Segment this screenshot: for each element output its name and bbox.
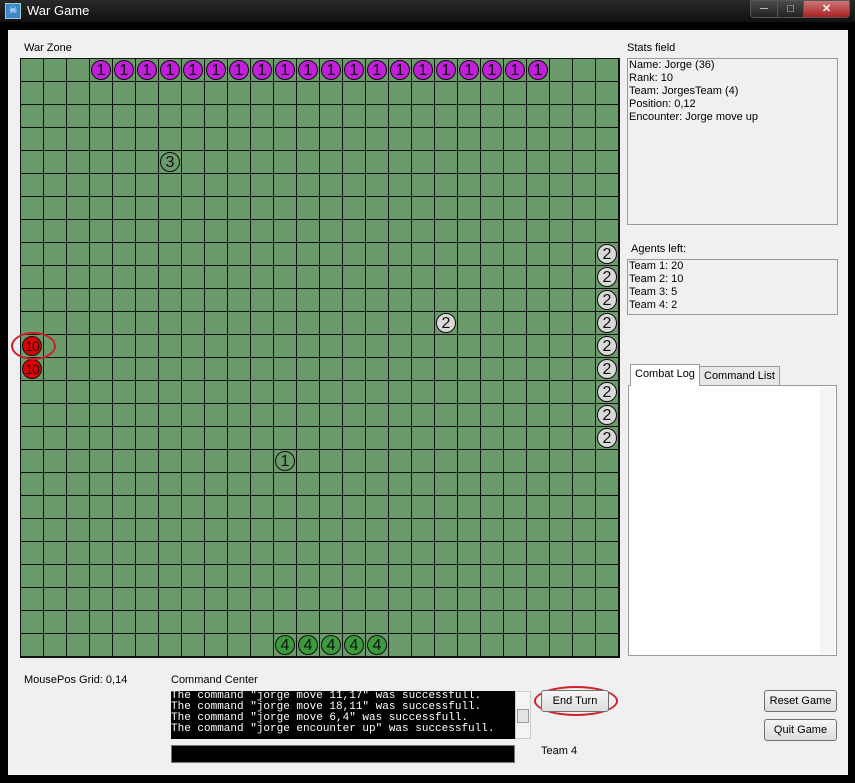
- agent-token[interactable]: 1: [390, 60, 410, 80]
- agent-token[interactable]: 1: [114, 60, 134, 80]
- title-bar[interactable]: ☠ War Game ─ □ ✕: [0, 0, 855, 22]
- agent-token[interactable]: 1: [275, 60, 295, 80]
- agent-token[interactable]: 1: [459, 60, 479, 80]
- window-title: War Game: [27, 3, 90, 18]
- war-zone-grid[interactable]: 1 1 1 1 1 1 1 1 1 1 1 1 1 1 1 1 1 1 1 1 3 2 2 2 2 2 2 2 2 2 2 10 10 1 4 4 4 4…: [20, 58, 620, 658]
- agent-token[interactable]: 1: [528, 60, 548, 80]
- agent-token[interactable]: 2: [597, 336, 617, 356]
- agent-token[interactable]: 1: [482, 60, 502, 80]
- agent-token[interactable]: 1: [321, 60, 341, 80]
- war-zone-label: War Zone: [24, 42, 72, 54]
- agent-token[interactable]: 1: [183, 60, 203, 80]
- skull-app-icon: ☠: [5, 3, 21, 19]
- console-scrollbar[interactable]: [515, 691, 531, 739]
- command-center-label: Command Center: [171, 674, 258, 686]
- current-team-label: Team 4: [541, 745, 578, 757]
- agent-token[interactable]: 1: [436, 60, 456, 80]
- agents-left-line: Team 3: 5: [629, 286, 678, 298]
- minimize-button[interactable]: ─: [750, 0, 778, 18]
- mouse-pos-label: MousePos Grid: 0,14: [24, 674, 128, 686]
- client-area: War Zone 1111111111111111111132222222222…: [8, 30, 848, 775]
- agent-token[interactable]: 1: [91, 60, 111, 80]
- stats-field-label: Stats field: [627, 42, 676, 54]
- agent-token[interactable]: 4: [344, 635, 364, 655]
- agent-token[interactable]: 1: [229, 60, 249, 80]
- agent-token[interactable]: 1: [505, 60, 525, 80]
- agent-token[interactable]: 1: [137, 60, 157, 80]
- agent-token[interactable]: 4: [298, 635, 318, 655]
- console-line: The command "jorge encounter up" was suc…: [171, 723, 495, 735]
- agent-token[interactable]: 2: [597, 405, 617, 425]
- tab-command-list[interactable]: Command List: [699, 366, 780, 385]
- quit-game-button[interactable]: Quit Game: [764, 719, 837, 741]
- console-scrollbar-thumb[interactable]: [517, 709, 529, 723]
- agent-token[interactable]: 2: [597, 359, 617, 379]
- agents-left-line: Team 1: 20: [629, 260, 684, 272]
- stats-line: Encounter: Jorge move up: [629, 111, 759, 123]
- agent-token[interactable]: 2: [597, 313, 617, 333]
- stats-line: Name: Jorge (36): [629, 59, 715, 71]
- agents-left-box: Team 1: 20 Team 2: 10 Team 3: 5 Team 4: 2: [627, 259, 838, 315]
- maximize-button[interactable]: □: [777, 0, 804, 18]
- stats-line: Team: JorgesTeam (4): [629, 85, 739, 97]
- agents-left-line: Team 4: 2: [629, 299, 678, 311]
- highlight-ring-agent: [11, 332, 56, 360]
- agent-token[interactable]: 2: [597, 290, 617, 310]
- agent-token[interactable]: 4: [275, 635, 295, 655]
- agent-token[interactable]: 2: [597, 382, 617, 402]
- agent-token[interactable]: 1: [298, 60, 318, 80]
- war-game-window: ☠ War Game ─ □ ✕ War Zone 11111111111111…: [0, 0, 855, 783]
- agent-token[interactable]: 4: [321, 635, 341, 655]
- command-input[interactable]: [171, 745, 515, 763]
- agent-token[interactable]: 1: [413, 60, 433, 80]
- agent-token[interactable]: 3: [160, 152, 180, 172]
- agent-token[interactable]: 4: [367, 635, 387, 655]
- stats-line: Position: 0,12: [629, 98, 696, 110]
- agent-token[interactable]: 2: [597, 267, 617, 287]
- combat-log-scrollbar[interactable]: [820, 387, 835, 654]
- stats-field: Name: Jorge (36) Rank: 10 Team: JorgesTeam…: [627, 58, 838, 225]
- agent-token[interactable]: 2: [436, 313, 456, 333]
- tab-combat-log[interactable]: Combat Log: [630, 364, 700, 386]
- agent-token[interactable]: 1: [252, 60, 272, 80]
- agents-left-line: Team 2: 10: [629, 273, 684, 285]
- agent-token[interactable]: 2: [597, 244, 617, 264]
- agent-token[interactable]: 1: [275, 451, 295, 471]
- stats-line: Rank: 10: [629, 72, 674, 84]
- log-tab-panel: Combat Log Command List: [628, 364, 837, 656]
- agent-token[interactable]: 1: [344, 60, 364, 80]
- command-output-console: The command "jorge move 11,17" was succe…: [171, 691, 515, 739]
- agent-token[interactable]: 10: [22, 359, 42, 379]
- end-turn-button[interactable]: End Turn: [541, 690, 609, 712]
- agents-left-label: Agents left:: [631, 243, 687, 255]
- agent-token[interactable]: 1: [160, 60, 180, 80]
- agent-token[interactable]: 1: [206, 60, 226, 80]
- agent-token[interactable]: 2: [597, 428, 617, 448]
- reset-game-button[interactable]: Reset Game: [764, 690, 837, 712]
- combat-log-area[interactable]: [628, 385, 837, 656]
- agent-token[interactable]: 1: [367, 60, 387, 80]
- close-button[interactable]: ✕: [803, 0, 850, 18]
